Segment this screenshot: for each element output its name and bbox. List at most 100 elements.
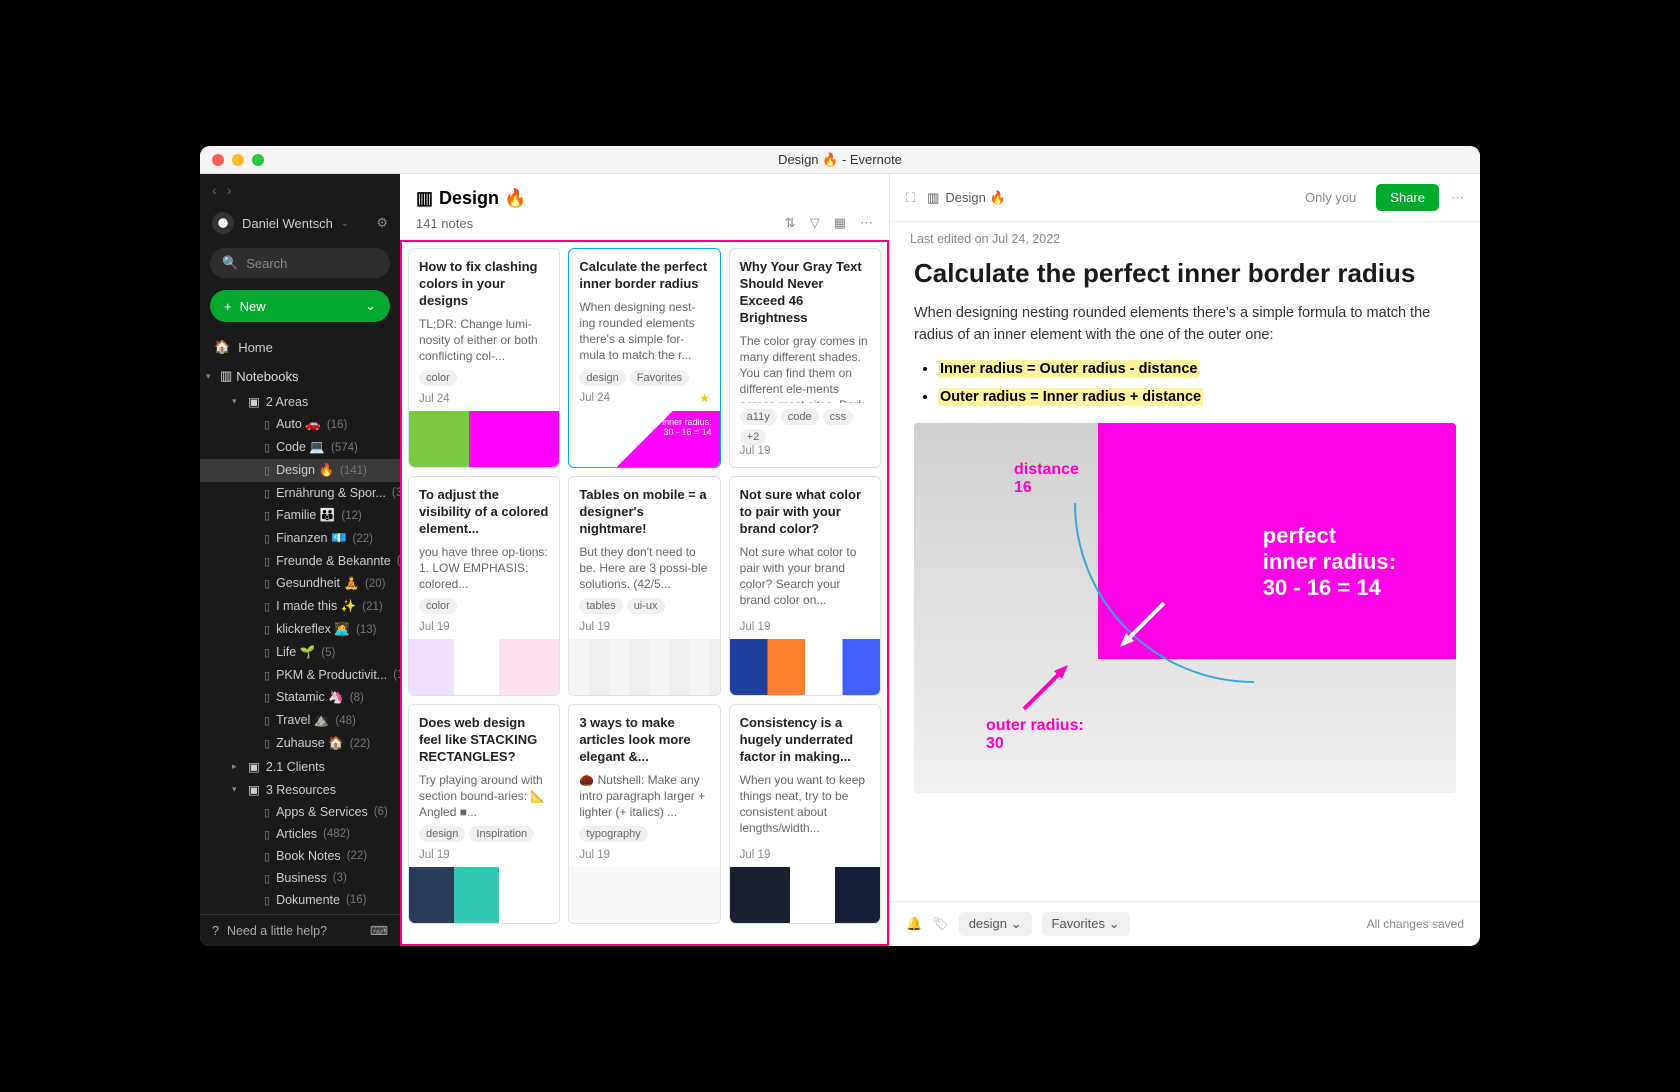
note-body[interactable]: Calculate the perfect inner border radiu… bbox=[890, 246, 1480, 901]
tree-notebook[interactable]: ▯Familie 👪 (12) bbox=[200, 504, 400, 527]
tree-notebook[interactable]: ▯Ernährung & Spor... (35) bbox=[200, 482, 400, 504]
note-card[interactable]: Why Your Gray Text Should Never Exceed 4… bbox=[729, 248, 881, 468]
note-card[interactable]: To adjust the visibility of a colored el… bbox=[408, 476, 560, 696]
card-snippet: Not sure what color to pair with your br… bbox=[740, 544, 870, 609]
notebook-icon: ▯ bbox=[264, 509, 270, 522]
card-snippet: 🌰 Nutshell: Make any intro paragraph lar… bbox=[579, 772, 709, 821]
note-count: 141 notes bbox=[416, 216, 473, 231]
sidebar-home[interactable]: 🏠 Home bbox=[200, 332, 400, 362]
tag-chip[interactable]: design ⌄ bbox=[959, 912, 1032, 936]
more-icon[interactable]: ⋯ bbox=[860, 215, 873, 231]
note-card[interactable]: Tables on mobile = a designer's nightmar… bbox=[568, 476, 720, 696]
titlebar: Design 🔥 - Evernote bbox=[200, 146, 1480, 174]
tag-chip: color bbox=[419, 370, 457, 386]
tree-notebook[interactable]: ▯Travel ⛰️ (48) bbox=[200, 709, 400, 732]
notebook-icon: ▥ bbox=[927, 190, 939, 206]
notebook-icon: ▯ bbox=[264, 600, 270, 613]
tree-notebook[interactable]: ▯klickreflex 👩‍💻 (13) bbox=[200, 618, 400, 641]
tree-notebook[interactable]: ▯Finanzen 💶 (22) bbox=[200, 527, 400, 550]
card-thumbnail bbox=[409, 639, 559, 695]
note-card[interactable]: Does web design feel like STACKING RECTA… bbox=[408, 704, 560, 924]
breadcrumb[interactable]: ▥ Design 🔥 bbox=[927, 190, 1006, 206]
notebook-icon: ▯ bbox=[264, 872, 270, 885]
tree-notebook[interactable]: ▯Business (3) bbox=[200, 867, 400, 889]
search-icon: 🔍 bbox=[222, 255, 238, 271]
search-input[interactable]: 🔍 Search bbox=[210, 248, 390, 278]
window-title: Design 🔥 - Evernote bbox=[200, 152, 1480, 168]
notebook-icon: ▯ bbox=[264, 418, 270, 431]
reminder-icon[interactable]: 🔔 bbox=[906, 916, 922, 932]
nav-forward-button[interactable]: › bbox=[227, 182, 232, 198]
tree-notebook[interactable]: ▯Code 💻 (574) bbox=[200, 436, 400, 459]
tree-notebook[interactable]: ▯Apps & Services (6) bbox=[200, 801, 400, 823]
view-icon[interactable]: ▦ bbox=[834, 215, 846, 231]
highlight: Outer radius = Inner radius + distance bbox=[938, 388, 1203, 406]
notebook-icon: ▯ bbox=[264, 806, 270, 819]
tag-chip[interactable]: Favorites ⌄ bbox=[1042, 912, 1130, 936]
tag-chip: design bbox=[579, 370, 625, 386]
card-thumbnail bbox=[730, 639, 880, 695]
card-thumbnail bbox=[569, 867, 719, 923]
user-name: Daniel Wentsch bbox=[242, 216, 333, 231]
card-date: Jul 19 bbox=[419, 621, 549, 633]
card-snippet: The color gray comes in many different s… bbox=[740, 333, 870, 403]
notebooks-section[interactable]: ▾ ▥ Notebooks bbox=[200, 362, 400, 390]
account-menu[interactable]: Daniel Wentsch ⌄ ⚙ bbox=[200, 206, 400, 240]
nav-back-button[interactable]: ‹ bbox=[212, 182, 217, 198]
card-date: Jul 24 bbox=[419, 393, 549, 405]
share-button[interactable]: Share bbox=[1376, 184, 1439, 211]
tree-notebook[interactable]: ▯Design 🔥 (141) bbox=[200, 459, 400, 482]
tree-notebook[interactable]: ▯I made this ✨ (21) bbox=[200, 595, 400, 618]
card-title: 3 ways to make articles look more elegan… bbox=[579, 715, 709, 766]
notebook-icon: ▯ bbox=[264, 487, 270, 500]
tree-notebook[interactable]: ▯Auto 🚗 (16) bbox=[200, 413, 400, 436]
tree-notebook[interactable]: ▯Zuhause 🏠 (22) bbox=[200, 732, 400, 755]
card-thumbnail bbox=[730, 867, 880, 923]
new-button[interactable]: + New ⌄ bbox=[210, 290, 390, 322]
tag-add-icon[interactable]: 🏷 bbox=[932, 916, 949, 932]
tree-resources[interactable]: ▾ ▣ 3 Resources bbox=[200, 778, 400, 801]
tag-chip: tables bbox=[579, 598, 622, 614]
note-card[interactable]: Not sure what color to pair with your br… bbox=[729, 476, 881, 696]
home-icon: 🏠 bbox=[214, 339, 230, 355]
note-card[interactable]: How to fix clashing colors in your desig… bbox=[408, 248, 560, 468]
maximize-window-button[interactable] bbox=[252, 154, 264, 166]
notebook-icon: ▯ bbox=[264, 441, 270, 454]
diagram-image: distance 16 perfect inner radius: 30 - 1… bbox=[914, 423, 1456, 793]
more-icon[interactable]: ⋯ bbox=[1451, 190, 1464, 206]
close-window-button[interactable] bbox=[212, 154, 224, 166]
expand-icon[interactable]: ⛶ bbox=[906, 190, 915, 206]
card-snippet: you have three op-tions: 1. LOW EMPHASIS… bbox=[419, 544, 549, 593]
tree-notebook[interactable]: ▯Life 🌱 (5) bbox=[200, 641, 400, 664]
tree-notebook[interactable]: ▯Dokumente (16) bbox=[200, 889, 400, 911]
card-date: Jul 19 bbox=[740, 849, 870, 861]
help-icon: ? bbox=[212, 924, 219, 938]
plus-icon: + bbox=[224, 299, 232, 314]
filter-icon[interactable]: ▽ bbox=[810, 215, 820, 231]
tree-notebook[interactable]: ▯PKM & Productivit... (19) bbox=[200, 664, 400, 686]
tree-notebook[interactable]: ▯Freunde & Bekannte (3) bbox=[200, 550, 400, 572]
sort-icon[interactable]: ⇅ bbox=[785, 215, 796, 231]
card-date: Jul 19 bbox=[579, 849, 709, 861]
notebook-icon: ▯ bbox=[264, 850, 270, 863]
keyboard-icon[interactable]: ⌨ bbox=[370, 923, 388, 938]
card-snippet: But they don't need to be. Here are 3 po… bbox=[579, 544, 709, 593]
note-card[interactable]: 3 ways to make articles look more elegan… bbox=[568, 704, 720, 924]
note-card[interactable]: Consistency is a hugely underrated facto… bbox=[729, 704, 881, 924]
tag-chip: css bbox=[823, 409, 854, 425]
tree-notebook[interactable]: ▯Gesundheit 🧘 (20) bbox=[200, 572, 400, 595]
note-card[interactable]: Calculate the perfect inner border radiu… bbox=[568, 248, 720, 468]
cards-scroll[interactable]: How to fix clashing colors in your desig… bbox=[400, 240, 889, 946]
tree-notebook[interactable]: ▯Articles (482) bbox=[200, 823, 400, 845]
card-title: Not sure what color to pair with your br… bbox=[740, 487, 870, 538]
tree-clients[interactable]: ▸ ▣ 2.1 Clients bbox=[200, 755, 400, 778]
gear-icon[interactable]: ⚙ bbox=[376, 215, 388, 231]
tag-chip: ui-ux bbox=[627, 598, 665, 614]
note-title[interactable]: Calculate the perfect inner border radiu… bbox=[914, 258, 1456, 289]
tree-notebook[interactable]: ▯Statamic 🦄 (8) bbox=[200, 686, 400, 709]
minimize-window-button[interactable] bbox=[232, 154, 244, 166]
help-button[interactable]: ? Need a little help? ⌨ bbox=[200, 914, 400, 946]
tree-notebook[interactable]: ▯Book Notes (22) bbox=[200, 845, 400, 867]
notebook-icon: ▯ bbox=[264, 464, 270, 477]
tree-areas[interactable]: ▾ ▣ 2 Areas bbox=[200, 390, 400, 413]
